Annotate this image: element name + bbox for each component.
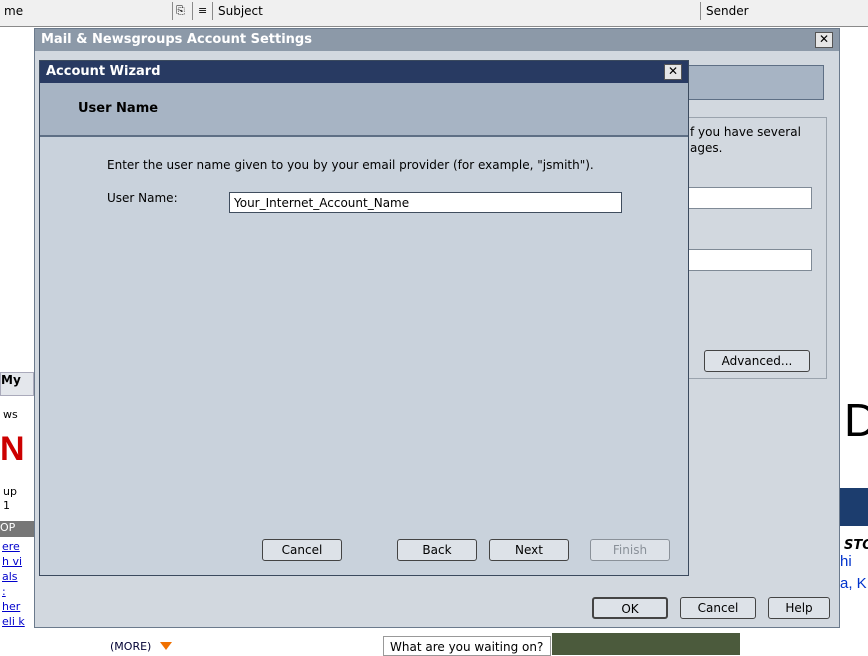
column-header-sender[interactable]: Sender: [706, 4, 749, 18]
help-button[interactable]: Help: [768, 597, 830, 619]
bg-brand-logo: N: [0, 430, 25, 468]
account-settings-title-bar[interactable]: Mail & Newsgroups Account Settings: [35, 29, 839, 51]
bg-link[interactable]: h vi: [2, 555, 22, 568]
settings-description: f you have several: [690, 125, 801, 139]
dialog-title: Mail & Newsgroups Account Settings: [41, 32, 312, 47]
column-header-name[interactable]: me: [4, 4, 23, 18]
close-icon[interactable]: ✕: [664, 64, 682, 80]
bg-link[interactable]: hi: [840, 553, 852, 570]
bg-banner-image: [838, 488, 868, 526]
bg-letter: D: [844, 394, 868, 446]
bg-text: 1: [3, 499, 10, 512]
cancel-button[interactable]: Cancel: [262, 539, 342, 561]
account-wizard-dialog: Account Wizard ✕ User Name Enter the use…: [39, 60, 689, 576]
orange-arrow-icon: [160, 642, 172, 650]
settings-text-field[interactable]: [685, 249, 812, 271]
settings-group-box: [685, 117, 827, 379]
thread-pane-header: me ⎘ ≡ Subject Sender: [0, 0, 868, 27]
page-title: User Name: [78, 101, 159, 116]
column-separator: [700, 2, 701, 20]
settings-header-panel: [685, 65, 824, 100]
wizard-page-header: User Name: [40, 83, 688, 137]
cancel-button[interactable]: Cancel: [680, 597, 756, 619]
bg-link[interactable]: :: [2, 585, 6, 598]
bg-link[interactable]: a, K: [840, 575, 867, 592]
bg-more-link[interactable]: (MORE): [110, 640, 151, 653]
next-button[interactable]: Next: [489, 539, 569, 561]
wizard-title: Account Wizard: [46, 64, 161, 79]
junk-column-icon[interactable]: ≡: [198, 4, 207, 17]
close-icon[interactable]: ✕: [815, 32, 833, 48]
column-separator: [172, 2, 173, 20]
ok-button[interactable]: OK: [592, 597, 668, 619]
bg-tab-my[interactable]: My: [0, 372, 34, 396]
settings-text-field[interactable]: [685, 187, 812, 209]
bg-link[interactable]: eli k: [2, 615, 25, 628]
settings-description-cont: ages.: [690, 141, 723, 155]
back-button[interactable]: Back: [397, 539, 477, 561]
bg-heading: STO: [844, 538, 868, 553]
attachment-column-icon[interactable]: ⎘: [176, 4, 185, 18]
bg-link[interactable]: her: [2, 600, 20, 613]
bg-link[interactable]: als: [2, 570, 18, 583]
bg-text: up: [3, 485, 17, 498]
bg-teaser-text[interactable]: What are you waiting on?: [383, 636, 551, 656]
bg-link[interactable]: ere: [2, 540, 20, 553]
column-header-subject[interactable]: Subject: [218, 4, 263, 18]
bg-section-bar: OP: [0, 521, 36, 537]
column-separator: [212, 2, 213, 20]
background-web-page-bottom: (MORE) What are you waiting on?: [40, 630, 868, 656]
background-web-page-right: D STO hi a, K: [838, 355, 868, 655]
column-separator: [192, 2, 193, 20]
account-wizard-title-bar[interactable]: Account Wizard: [40, 61, 688, 83]
bg-tab-ws: ws: [3, 408, 18, 421]
user-name-label: User Name:: [107, 191, 178, 205]
bg-photo: [552, 633, 740, 655]
finish-button: Finish: [590, 539, 670, 561]
user-name-input[interactable]: [229, 192, 622, 213]
user-name-instructions: Enter the user name given to you by your…: [107, 158, 594, 172]
advanced-button[interactable]: Advanced...: [704, 350, 810, 372]
